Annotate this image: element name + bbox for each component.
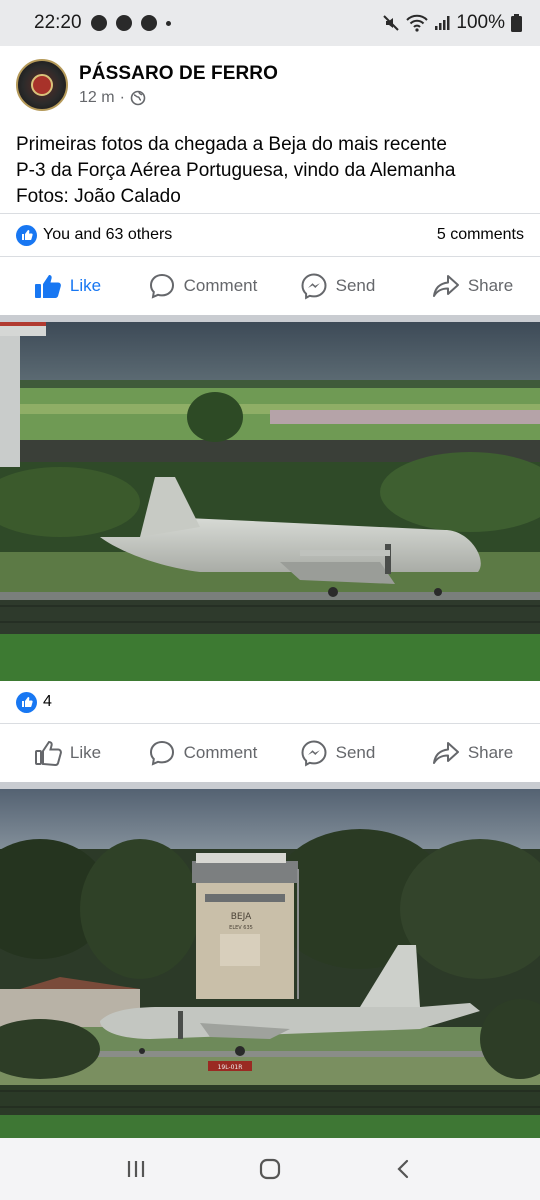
status-time: 22:20 (34, 12, 82, 33)
divider (0, 213, 540, 214)
post-text-line: Fotos: João Calado (16, 186, 181, 207)
comments-count[interactable]: 5 comments (437, 226, 524, 244)
send-button[interactable]: Send (270, 272, 405, 300)
page-avatar[interactable] (16, 59, 68, 111)
more-notifications-dot (165, 20, 171, 26)
status-bar: 22:20 100% (0, 0, 540, 46)
messenger-icon (301, 740, 327, 767)
share-icon (432, 742, 459, 764)
like-button[interactable]: Like (0, 740, 135, 766)
comment-icon (149, 740, 174, 766)
notification-app-icon (90, 15, 107, 31)
section-separator (0, 782, 540, 789)
reactions-text[interactable]: You and 63 others (43, 226, 172, 244)
wifi-icon (406, 14, 429, 32)
send-label: Send (335, 276, 376, 295)
photo-1-image (0, 322, 540, 681)
globe-icon (130, 90, 146, 106)
post-text: Primeiras fotos da chegada a Beja do mai… (16, 132, 526, 210)
home-icon[interactable] (258, 1157, 282, 1181)
back-icon[interactable] (393, 1158, 415, 1180)
post-text-line: P-3 da Força Aérea Portuguesa, vindo da … (16, 160, 456, 181)
share-button[interactable]: Share (405, 740, 540, 766)
like-reaction-icon (16, 224, 37, 246)
tower-sublabel: ELEV 635 (229, 925, 253, 931)
share-icon (432, 275, 459, 297)
post-meta: 12 m · (79, 89, 278, 107)
messenger-icon (301, 273, 327, 300)
tower-label: BEJA (231, 912, 252, 922)
comment-icon (149, 273, 174, 299)
comment-label: Comment (183, 743, 258, 762)
photo-1-reaction-count[interactable]: 4 (43, 693, 52, 711)
like-label: Like (69, 276, 102, 295)
avatar-emblem-icon (31, 74, 53, 96)
account-notification-icon (140, 15, 157, 31)
post-photo-2[interactable]: BEJA ELEV 635 19L-01R (0, 789, 540, 1138)
share-label: Share (467, 743, 514, 762)
recent-apps-icon[interactable] (125, 1158, 147, 1180)
section-separator (0, 315, 540, 322)
send-button[interactable]: Send (270, 739, 405, 767)
chat-notification-icon (115, 15, 132, 31)
comment-button[interactable]: Comment (135, 272, 270, 300)
comment-button[interactable]: Comment (135, 739, 270, 767)
page-name[interactable]: PÁSSARO DE FERRO (79, 63, 278, 85)
reactions-summary[interactable]: You and 63 others 5 comments (0, 215, 540, 255)
like-reaction-icon (16, 691, 37, 713)
signal-icon (435, 16, 450, 30)
like-icon (34, 275, 61, 298)
like-icon (34, 740, 62, 766)
share-button[interactable]: Share (405, 273, 540, 299)
mute-icon (383, 15, 400, 31)
post-actions: Like Comment Send Share (0, 257, 540, 315)
post-header: PÁSSARO DE FERRO 12 m · (0, 50, 540, 120)
comment-label: Comment (183, 276, 258, 295)
battery-percent: 100% (456, 12, 505, 33)
like-label: Like (69, 743, 102, 762)
photo-1-reactions[interactable]: 4 (0, 682, 540, 722)
send-label: Send (335, 743, 376, 762)
like-button[interactable]: Like (0, 273, 135, 299)
post-time[interactable]: 12 m (79, 89, 115, 107)
photo-1-actions: Like Comment Send Share (0, 724, 540, 782)
share-label: Share (467, 276, 514, 295)
post-photo-1[interactable] (0, 322, 540, 681)
post-text-line: Primeiras fotos da chegada a Beja do mai… (16, 134, 447, 155)
photo-2-image: BEJA ELEV 635 19L-01R (0, 789, 540, 1138)
runway-sign: 19L-01R (218, 1064, 243, 1071)
meta-separator: · (119, 89, 125, 106)
android-nav-bar (0, 1138, 540, 1200)
battery-icon (511, 14, 522, 32)
